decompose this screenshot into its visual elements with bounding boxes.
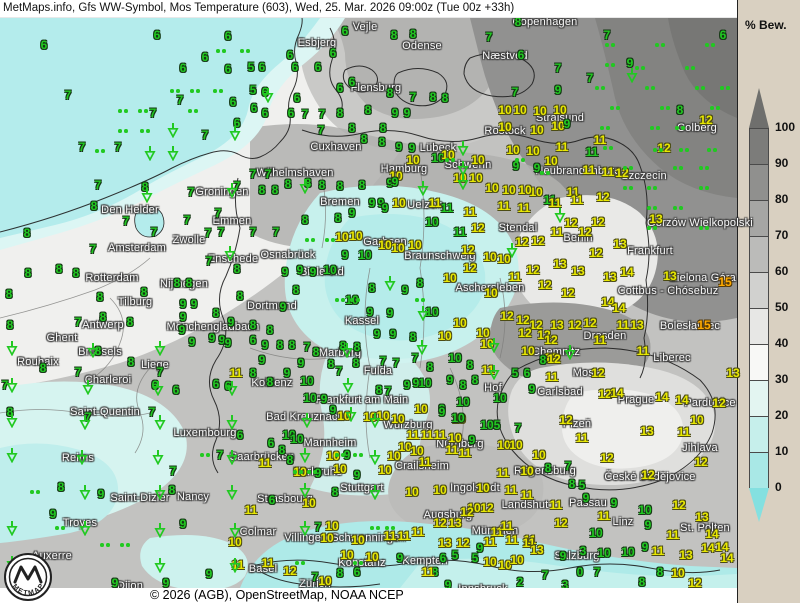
colorbar-segment — [749, 452, 769, 488]
colorbar-tick-label: 70 — [775, 228, 788, 242]
colorbar-tick-label: 90 — [775, 156, 788, 170]
colorbar-segment — [749, 164, 769, 200]
metmaps-logo-icon: METMAPS — [2, 551, 54, 603]
colorbar-segment — [749, 344, 769, 380]
legend-panel: % Bew. 1009080706050403020100 — [737, 0, 800, 603]
colorbar-segment — [749, 416, 769, 452]
colorbar-top-arrow — [749, 88, 769, 128]
colorbar-tick-label: 20 — [775, 408, 788, 422]
colorbar-segment — [749, 236, 769, 272]
weather-map-window: MetMaps.info, Gfs WW-Symbol, Mos Tempera… — [0, 0, 800, 603]
colorbar-bottom-arrow — [749, 488, 769, 522]
legend-title: % Bew. — [745, 18, 787, 32]
colorbar-tick-label: 30 — [775, 372, 788, 386]
colorbar-segment — [749, 200, 769, 236]
colorbar-tick-label: 50 — [775, 300, 788, 314]
map-title: MetMaps.info, Gfs WW-Symbol, Mos Tempera… — [0, 0, 737, 18]
colorbar-tick-label: 0 — [775, 480, 782, 494]
colorbar-segment — [749, 128, 769, 164]
colorbar-tick-label: 10 — [775, 444, 788, 458]
cloud-cover-colorbar — [749, 88, 769, 522]
colorbar-tick-label: 80 — [775, 192, 788, 206]
colorbar-segment — [749, 380, 769, 416]
colorbar-segment — [749, 272, 769, 308]
colorbar-tick-label: 40 — [775, 336, 788, 350]
colorbar-tick-label: 100 — [775, 120, 795, 134]
map-background — [0, 18, 737, 588]
colorbar-tick-label: 60 — [775, 264, 788, 278]
colorbar-segment — [749, 308, 769, 344]
copyright-bar: © 2026 (AGB), OpenStreetMap, NOAA NCEP — [0, 588, 737, 603]
